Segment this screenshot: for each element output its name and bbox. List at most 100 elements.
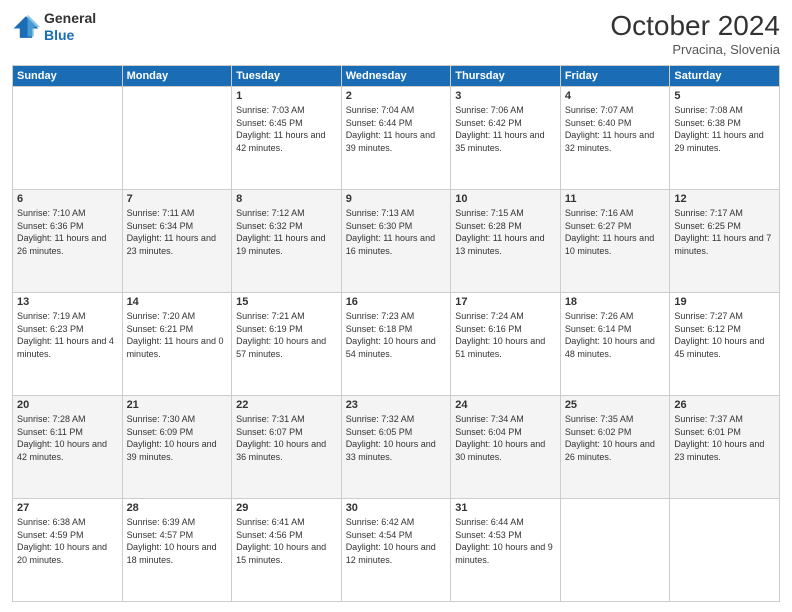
title-block: October 2024 Prvacina, Slovenia xyxy=(610,10,780,57)
day-info: Sunrise: 7:30 AM Sunset: 6:09 PM Dayligh… xyxy=(127,413,228,463)
table-row: 6 Sunrise: 7:10 AM Sunset: 6:36 PM Daylig… xyxy=(13,190,123,293)
day-number: 14 xyxy=(127,296,228,308)
day-info: Sunrise: 7:28 AM Sunset: 6:11 PM Dayligh… xyxy=(17,413,118,463)
day-info: Sunrise: 7:07 AM Sunset: 6:40 PM Dayligh… xyxy=(565,104,666,154)
col-monday: Monday xyxy=(122,66,232,87)
day-info: Sunrise: 6:39 AM Sunset: 4:57 PM Dayligh… xyxy=(127,516,228,566)
day-info: Sunrise: 7:37 AM Sunset: 6:01 PM Dayligh… xyxy=(674,413,775,463)
day-number: 11 xyxy=(565,193,666,205)
day-info: Sunrise: 7:32 AM Sunset: 6:05 PM Dayligh… xyxy=(346,413,447,463)
calendar-table: Sunday Monday Tuesday Wednesday Thursday… xyxy=(12,65,780,602)
col-tuesday: Tuesday xyxy=(232,66,342,87)
table-row: 17 Sunrise: 7:24 AM Sunset: 6:16 PM Dayli… xyxy=(451,293,561,396)
day-info: Sunrise: 7:04 AM Sunset: 6:44 PM Dayligh… xyxy=(346,104,447,154)
day-info: Sunrise: 7:11 AM Sunset: 6:34 PM Dayligh… xyxy=(127,207,228,257)
col-thursday: Thursday xyxy=(451,66,561,87)
table-row: 31 Sunrise: 6:44 AM Sunset: 4:53 PM Dayli… xyxy=(451,499,561,602)
table-row: 11Sunrise: 7:16 AM Sunset: 6:27 PM Dayli… xyxy=(560,190,670,293)
location-subtitle: Prvacina, Slovenia xyxy=(610,42,780,57)
day-info: Sunrise: 6:44 AM Sunset: 4:53 PM Dayligh… xyxy=(455,516,556,566)
table-row xyxy=(560,499,670,602)
day-number: 17 xyxy=(455,296,556,308)
table-row: 8 Sunrise: 7:12 AM Sunset: 6:32 PM Daylig… xyxy=(232,190,342,293)
logo-general: General xyxy=(44,10,96,26)
table-row: 13 Sunrise: 7:19 AM Sunset: 6:23 PM Dayli… xyxy=(13,293,123,396)
day-info: Sunrise: 7:31 AM Sunset: 6:07 PM Dayligh… xyxy=(236,413,337,463)
day-number: 2 xyxy=(346,90,447,102)
table-row: 9 Sunrise: 7:13 AM Sunset: 6:30 PM Daylig… xyxy=(341,190,451,293)
table-row: 24Sunrise: 7:34 AM Sunset: 6:04 PM Dayli… xyxy=(451,396,561,499)
table-row: 15 Sunrise: 7:21 AM Sunset: 6:19 PM Dayli… xyxy=(232,293,342,396)
table-row: 21 Sunrise: 7:30 AM Sunset: 6:09 PM Dayli… xyxy=(122,396,232,499)
day-info: Sunrise: 7:13 AM Sunset: 6:30 PM Dayligh… xyxy=(346,207,447,257)
table-row xyxy=(670,499,780,602)
day-info: Sunrise: 7:12 AM Sunset: 6:32 PM Dayligh… xyxy=(236,207,337,257)
table-row: 19 Sunrise: 7:27 AM Sunset: 6:12 PM Dayli… xyxy=(670,293,780,396)
day-number: 4 xyxy=(565,90,666,102)
logo-icon xyxy=(12,13,40,41)
day-number: 23 xyxy=(346,399,447,411)
col-sunday: Sunday xyxy=(13,66,123,87)
month-title: October 2024 xyxy=(610,10,780,42)
day-info: Sunrise: 7:27 AM Sunset: 6:12 PM Dayligh… xyxy=(674,310,775,360)
table-row: 23 Sunrise: 7:32 AM Sunset: 6:05 PM Dayli… xyxy=(341,396,451,499)
calendar-body: 1Sunrise: 7:03 AM Sunset: 6:45 PM Daylig… xyxy=(13,87,780,602)
day-number: 8 xyxy=(236,193,337,205)
table-row: 5Sunrise: 7:08 AM Sunset: 6:38 PM Daylig… xyxy=(670,87,780,190)
day-info: Sunrise: 7:08 AM Sunset: 6:38 PM Dayligh… xyxy=(674,104,775,154)
col-saturday: Saturday xyxy=(670,66,780,87)
table-row: 14 Sunrise: 7:20 AM Sunset: 6:21 PM Dayli… xyxy=(122,293,232,396)
table-row: 16 Sunrise: 7:23 AM Sunset: 6:18 PM Dayli… xyxy=(341,293,451,396)
table-row: 7Sunrise: 7:11 AM Sunset: 6:34 PM Daylig… xyxy=(122,190,232,293)
table-row: 26 Sunrise: 7:37 AM Sunset: 6:01 PM Dayli… xyxy=(670,396,780,499)
day-number: 31 xyxy=(455,502,556,514)
table-row: 27Sunrise: 6:38 AM Sunset: 4:59 PM Dayli… xyxy=(13,499,123,602)
day-number: 21 xyxy=(127,399,228,411)
table-row: 3 Sunrise: 7:06 AM Sunset: 6:42 PM Daylig… xyxy=(451,87,561,190)
day-info: Sunrise: 6:42 AM Sunset: 4:54 PM Dayligh… xyxy=(346,516,447,566)
logo-blue: Blue xyxy=(44,27,74,43)
day-info: Sunrise: 7:26 AM Sunset: 6:14 PM Dayligh… xyxy=(565,310,666,360)
table-row: 12 Sunrise: 7:17 AM Sunset: 6:25 PM Dayli… xyxy=(670,190,780,293)
day-info: Sunrise: 7:20 AM Sunset: 6:21 PM Dayligh… xyxy=(127,310,228,360)
table-row xyxy=(122,87,232,190)
day-number: 26 xyxy=(674,399,775,411)
day-info: Sunrise: 6:41 AM Sunset: 4:56 PM Dayligh… xyxy=(236,516,337,566)
day-number: 16 xyxy=(346,296,447,308)
page-container: General Blue October 2024 Prvacina, Slov… xyxy=(0,0,792,612)
table-row xyxy=(13,87,123,190)
col-friday: Friday xyxy=(560,66,670,87)
day-info: Sunrise: 7:21 AM Sunset: 6:19 PM Dayligh… xyxy=(236,310,337,360)
day-number: 19 xyxy=(674,296,775,308)
day-number: 15 xyxy=(236,296,337,308)
day-number: 9 xyxy=(346,193,447,205)
day-number: 6 xyxy=(17,193,118,205)
day-number: 24 xyxy=(455,399,556,411)
table-row: 28 Sunrise: 6:39 AM Sunset: 4:57 PM Dayli… xyxy=(122,499,232,602)
day-info: Sunrise: 7:23 AM Sunset: 6:18 PM Dayligh… xyxy=(346,310,447,360)
day-number: 12 xyxy=(674,193,775,205)
table-row: 25Sunrise: 7:35 AM Sunset: 6:02 PM Dayli… xyxy=(560,396,670,499)
logo: General Blue xyxy=(12,10,96,44)
day-info: Sunrise: 7:15 AM Sunset: 6:28 PM Dayligh… xyxy=(455,207,556,257)
day-info: Sunrise: 7:17 AM Sunset: 6:25 PM Dayligh… xyxy=(674,207,775,257)
logo-text: General Blue xyxy=(44,10,96,44)
day-number: 20 xyxy=(17,399,118,411)
table-row: 18 Sunrise: 7:26 AM Sunset: 6:14 PM Dayli… xyxy=(560,293,670,396)
col-wednesday: Wednesday xyxy=(341,66,451,87)
table-row: 29 Sunrise: 6:41 AM Sunset: 4:56 PM Dayli… xyxy=(232,499,342,602)
day-number: 28 xyxy=(127,502,228,514)
day-number: 27 xyxy=(17,502,118,514)
page-header: General Blue October 2024 Prvacina, Slov… xyxy=(12,10,780,57)
day-number: 25 xyxy=(565,399,666,411)
day-info: Sunrise: 7:19 AM Sunset: 6:23 PM Dayligh… xyxy=(17,310,118,360)
day-number: 18 xyxy=(565,296,666,308)
day-number: 29 xyxy=(236,502,337,514)
table-row: 22Sunrise: 7:31 AM Sunset: 6:07 PM Dayli… xyxy=(232,396,342,499)
day-info: Sunrise: 7:06 AM Sunset: 6:42 PM Dayligh… xyxy=(455,104,556,154)
day-info: Sunrise: 7:03 AM Sunset: 6:45 PM Dayligh… xyxy=(236,104,337,154)
day-number: 3 xyxy=(455,90,556,102)
day-info: Sunrise: 7:10 AM Sunset: 6:36 PM Dayligh… xyxy=(17,207,118,257)
day-info: Sunrise: 7:24 AM Sunset: 6:16 PM Dayligh… xyxy=(455,310,556,360)
day-number: 13 xyxy=(17,296,118,308)
